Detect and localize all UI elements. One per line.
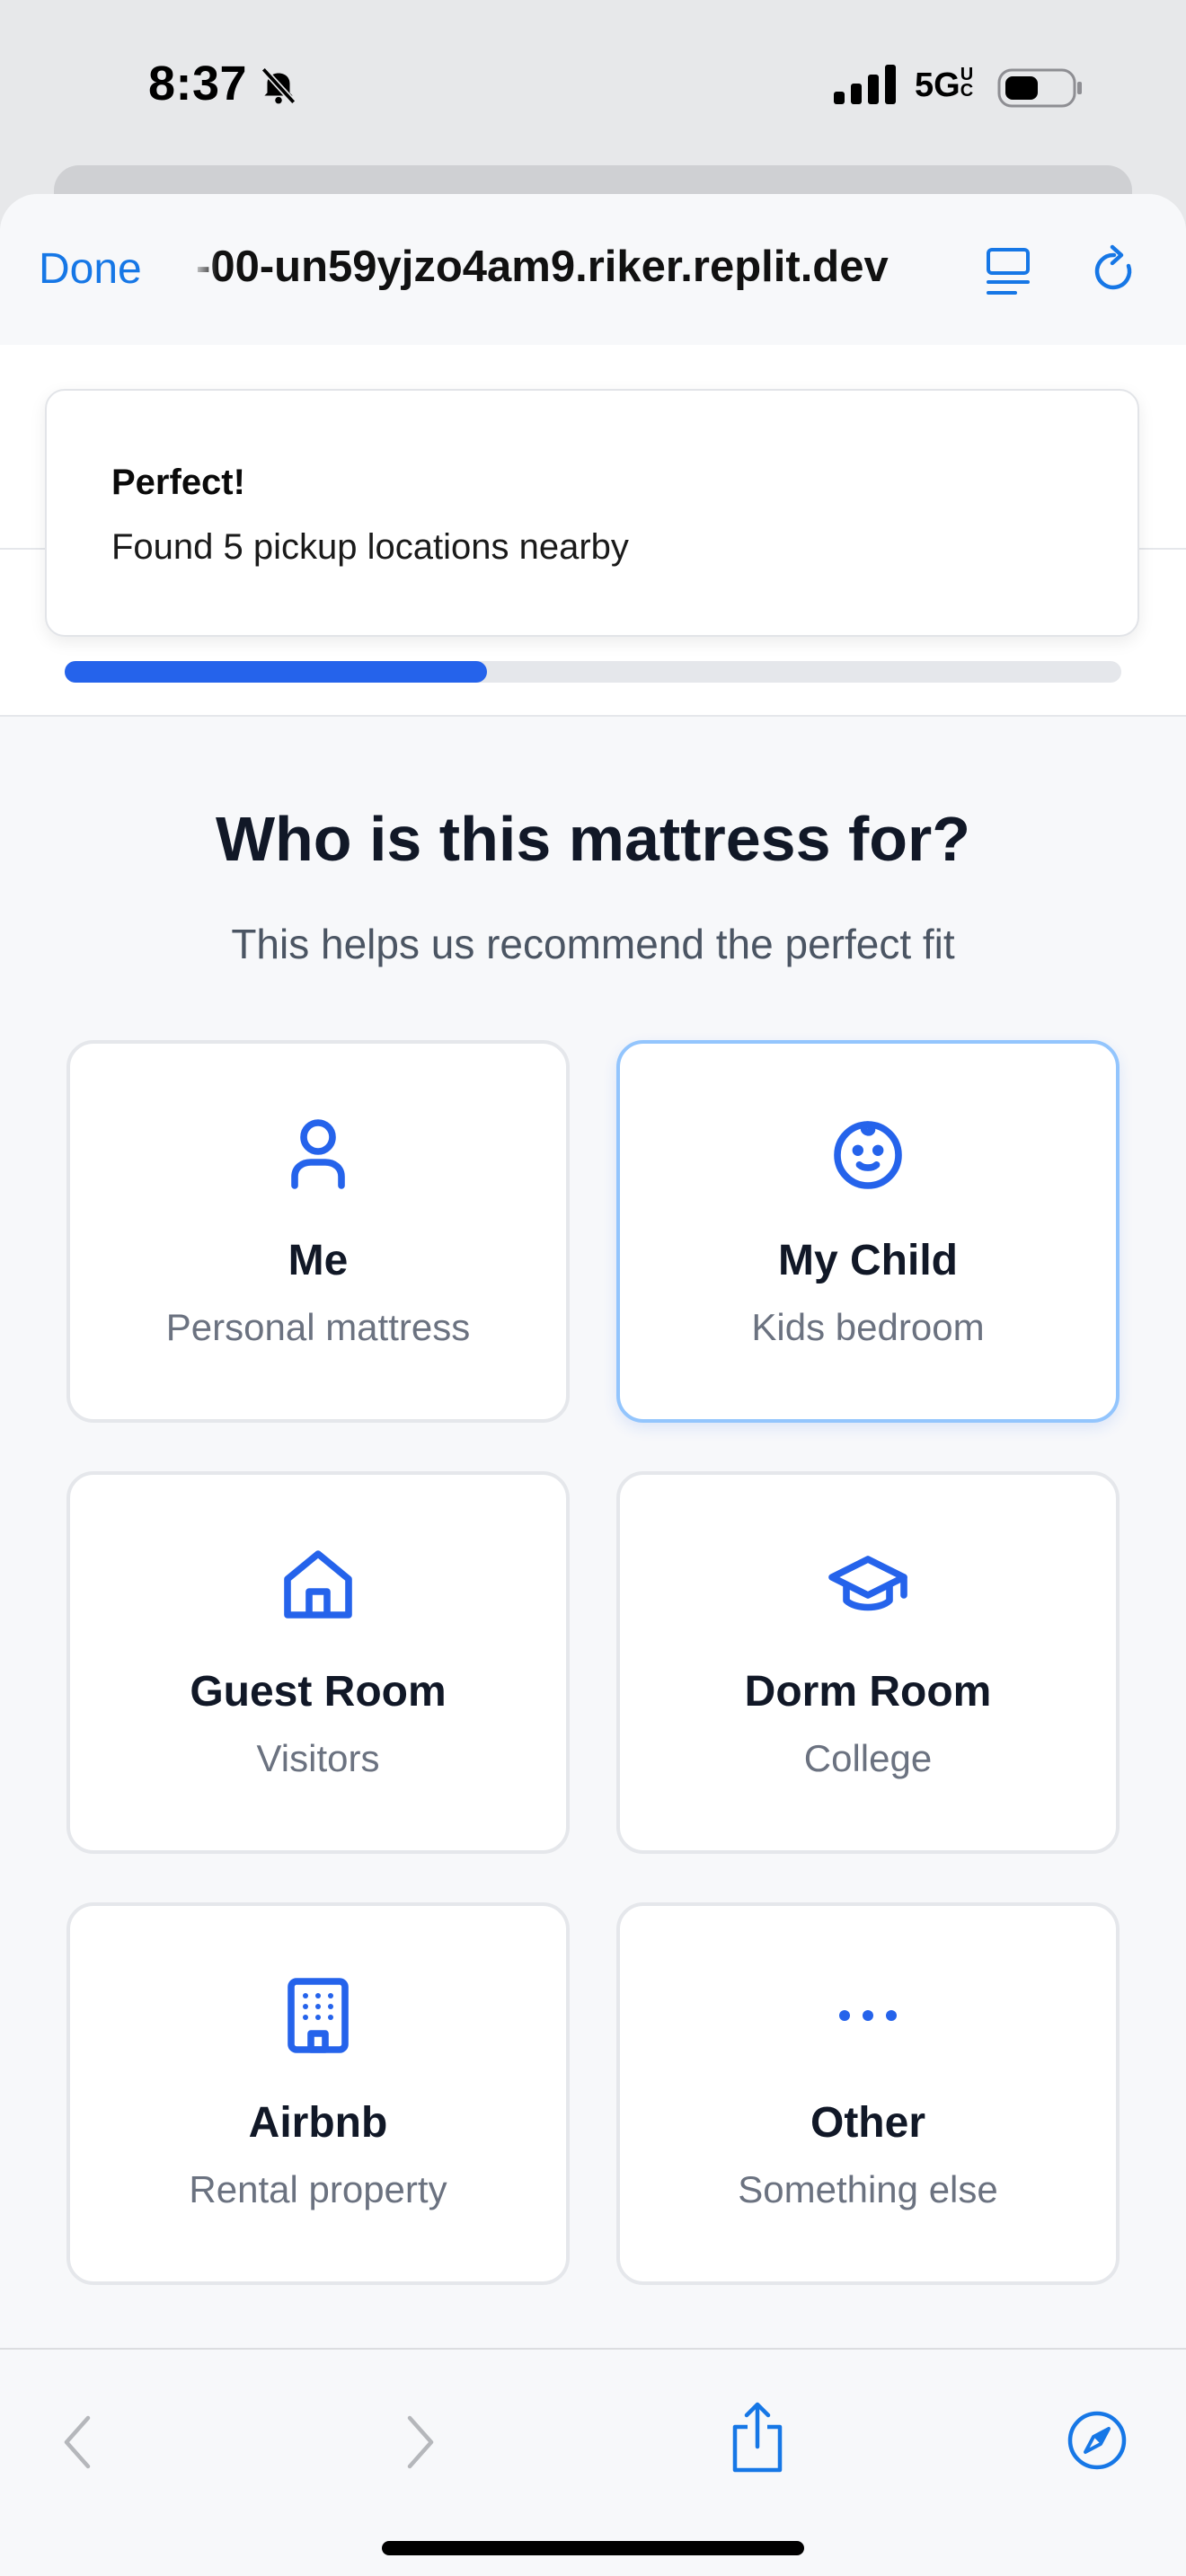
building-icon [288, 1978, 349, 2053]
url-fade [190, 239, 217, 302]
toast-title: Perfect! [111, 463, 245, 502]
compass-icon[interactable] [1066, 2409, 1128, 2472]
back-arrow-icon[interactable] [59, 2413, 95, 2472]
toast-message: Found 5 pickup locations nearby [111, 527, 629, 567]
reload-icon[interactable] [1089, 244, 1139, 298]
option-label: Me [288, 1237, 349, 1284]
home-indicator[interactable] [382, 2541, 804, 2555]
option-description: Kids bedroom [751, 1306, 985, 1348]
option-label: Airbnb [248, 2099, 388, 2147]
status-bar: 8:37 5GUC [0, 0, 1186, 171]
option-card-me[interactable]: Me Personal mattress [66, 1040, 570, 1423]
option-description: Visitors [256, 1737, 380, 1779]
browser-sheet: Done -00-un59yjzo4am9.riker.replit.dev P… [0, 194, 1186, 2576]
cellular-signal-icon [834, 65, 896, 104]
option-card-airbnb[interactable]: Airbnb Rental property [66, 1902, 570, 2285]
bell-slash-icon [261, 66, 296, 105]
forward-arrow-icon[interactable] [403, 2413, 438, 2472]
more-horizontal-icon [839, 2010, 897, 2021]
option-card-other[interactable]: Other Something else [616, 1902, 1120, 2285]
browser-toolbar: Done -00-un59yjzo4am9.riker.replit.dev [0, 194, 1186, 347]
option-description: Something else [738, 2168, 998, 2210]
url-field[interactable]: -00-un59yjzo4am9.riker.replit.dev [196, 242, 960, 292]
option-label: Dorm Room [744, 1668, 992, 1716]
page-header: Perfect! Found 5 pickup locations nearby [0, 345, 1186, 717]
progress-fill [65, 661, 488, 683]
option-label: My Child [778, 1237, 958, 1284]
question-subtitle: This helps us recommend the perfect fit [231, 921, 955, 967]
option-label: Other [810, 2099, 925, 2147]
toast-notification[interactable]: Perfect! Found 5 pickup locations nearby [45, 389, 1139, 637]
battery-icon [997, 68, 1082, 108]
user-icon [291, 1119, 345, 1189]
option-description: Rental property [189, 2168, 447, 2210]
reader-mode-icon[interactable] [985, 246, 1031, 300]
option-card-my-child[interactable]: My Child Kids bedroom [616, 1040, 1120, 1423]
option-card-guest-room[interactable]: Guest Room Visitors [66, 1471, 570, 1854]
option-description: College [803, 1737, 933, 1779]
done-button[interactable]: Done [39, 244, 142, 294]
option-label: Guest Room [190, 1668, 447, 1716]
progress-bar [65, 661, 1121, 683]
status-time: 8:37 [148, 57, 248, 110]
option-card-dorm-room[interactable]: Dorm Room College [616, 1471, 1120, 1854]
baby-icon [834, 1121, 902, 1189]
option-description: Personal mattress [165, 1306, 471, 1348]
graduation-cap-icon [828, 1556, 907, 1611]
question-title: Who is this mattress for? [215, 804, 971, 874]
home-icon [284, 1550, 352, 1619]
web-page: Perfect! Found 5 pickup locations nearby… [0, 345, 1186, 2348]
share-icon[interactable] [728, 2400, 787, 2475]
network-type: 5GUC [915, 65, 974, 104]
